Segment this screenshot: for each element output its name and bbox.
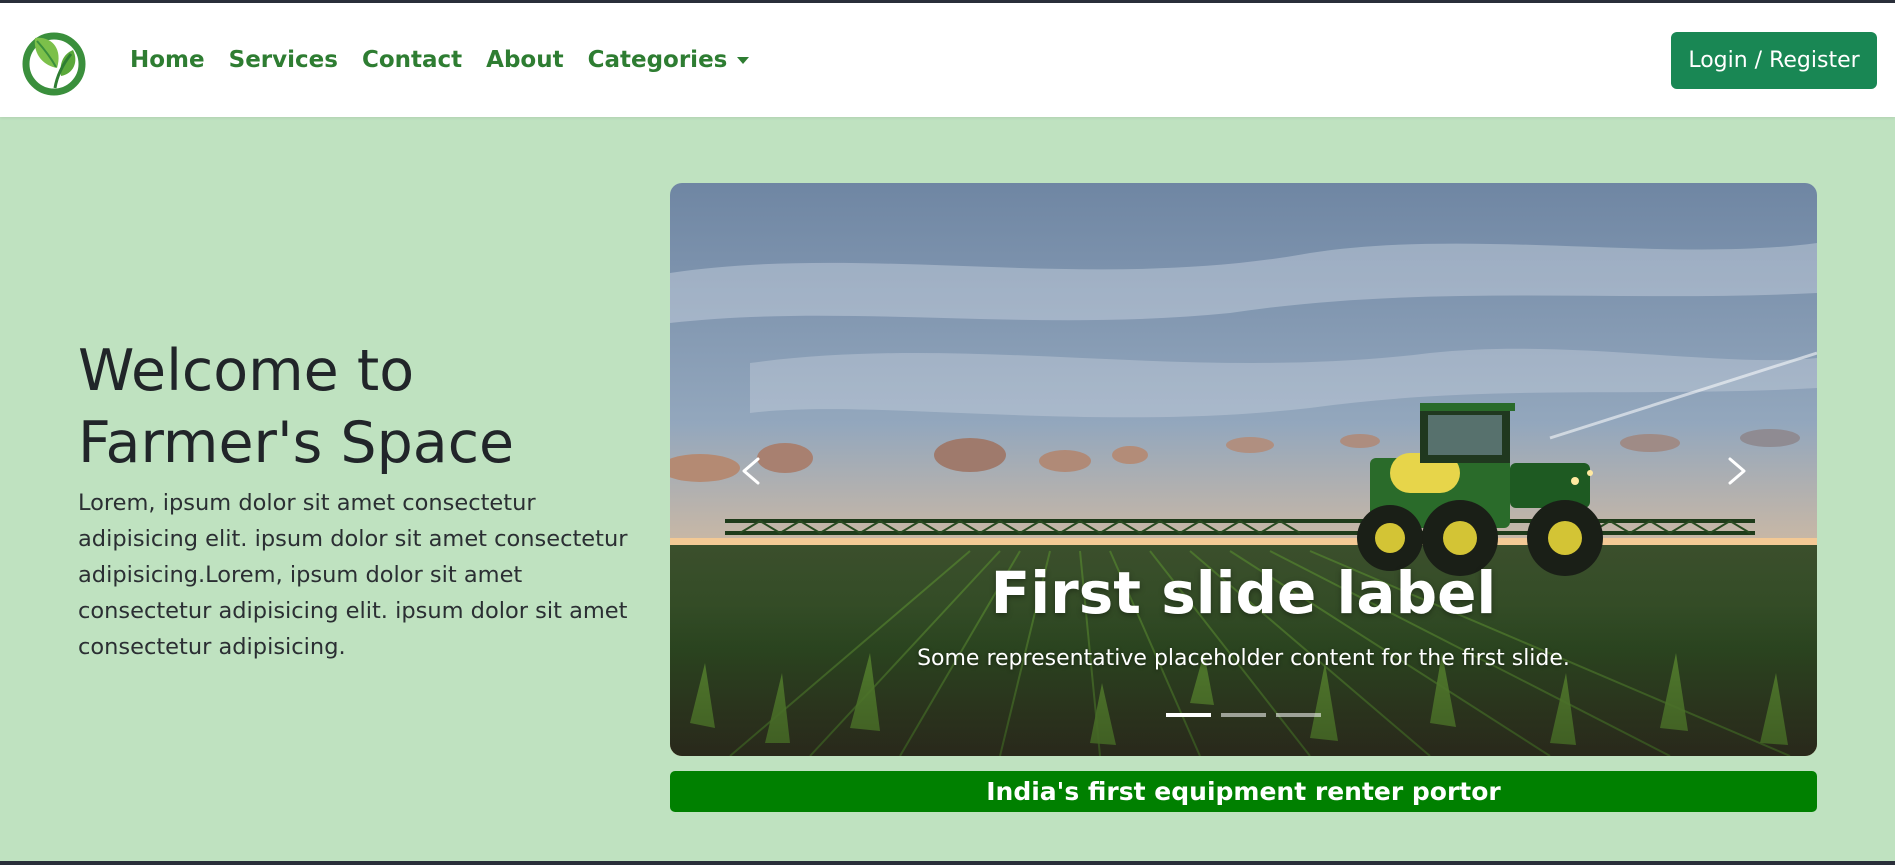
carousel-indicator-1[interactable] [1166,713,1211,717]
main-nav: Home Services Contact About Categories [130,3,773,117]
carousel-prev-icon[interactable] [720,441,780,501]
navbar: Home Services Contact About Categories L… [0,3,1895,117]
hero-title-line-1: Welcome to [78,338,415,404]
nav-categories-dropdown[interactable]: Categories [588,47,750,73]
hero-section: Welcome to Farmer's Space Lorem, ipsum d… [78,335,638,665]
caret-down-icon [737,56,750,64]
carousel-indicators [670,713,1817,717]
carousel-caption: First slide label Some representative pl… [670,558,1817,671]
carousel-next-icon[interactable] [1708,441,1768,501]
carousel-indicator-2[interactable] [1221,713,1266,717]
nav-services-link[interactable]: Services [229,47,338,73]
hero-title-line-2: Farmer's Space [78,410,515,476]
tagline-banner: India's first equipment renter portor [670,771,1817,812]
hero-description: Lorem, ipsum dolor sit amet consectetur … [78,490,628,660]
nav-about-link[interactable]: About [486,47,563,73]
nav-categories-label: Categories [587,47,728,73]
bottom-border [0,861,1895,865]
image-carousel[interactable]: First slide label Some representative pl… [670,183,1817,756]
carousel-caption-text: Some representative placeholder content … [917,646,1570,671]
carousel-caption-title: First slide label [990,559,1497,627]
nav-home-link[interactable]: Home [130,47,205,73]
carousel-indicator-3[interactable] [1276,713,1321,717]
nav-contact-link[interactable]: Contact [362,47,462,73]
leaf-logo-icon[interactable] [21,30,87,96]
login-register-button[interactable]: Login / Register [1671,32,1877,89]
hero-title: Welcome to Farmer's Space [78,335,638,479]
